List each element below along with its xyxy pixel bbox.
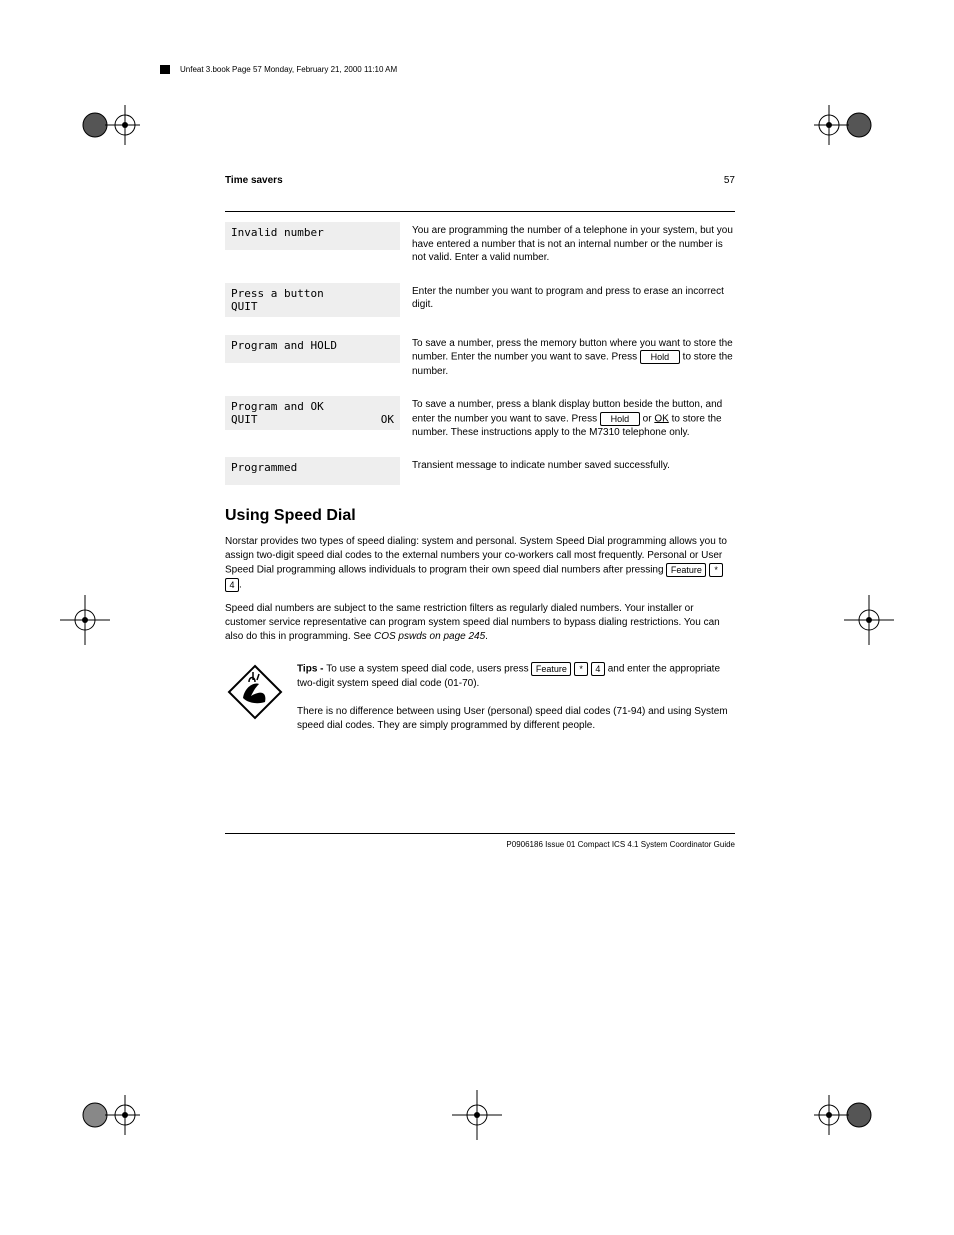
lcd-softkey-quit: QUIT [231, 300, 258, 313]
desc-program-ok: To save a number, press a blank display … [412, 396, 735, 439]
footer-rule [225, 833, 735, 834]
display-row-program-hold: Program and HOLD To save a number, press… [225, 335, 735, 378]
tip-label: Tips - [297, 664, 326, 675]
cos-link: COS pswds on page 245 [374, 631, 485, 642]
lcd-programmed: Programmed [225, 457, 400, 485]
feature-key: Feature [666, 563, 706, 577]
page-content: Time savers 57 Invalid number You are pr… [225, 175, 735, 849]
reg-mark-top-right [814, 95, 874, 155]
page-header: Time savers 57 [225, 175, 735, 186]
lcd-invalid-number: Invalid number [225, 222, 400, 250]
lcd-program-ok: Program and OK QUIT OK [225, 396, 400, 430]
four-key: 4 [225, 578, 239, 592]
file-bar-text: Unfeat 3.book Page 57 Monday, February 2… [180, 65, 397, 74]
tip-text: Tips - To use a system speed dial code, … [297, 662, 735, 733]
tip-icon [225, 662, 285, 725]
four-key: 4 [591, 662, 605, 676]
reg-mark-mid-left [55, 590, 115, 650]
display-row-programmed: Programmed Transient message to indicate… [225, 457, 735, 485]
reg-mark-bottom-center [447, 1085, 507, 1145]
lcd-softkey-ok: OK [381, 413, 394, 426]
lcd-line: Press a button [231, 287, 394, 300]
display-row-invalid: Invalid number You are programming the n… [225, 222, 735, 265]
header-rule [225, 211, 735, 212]
footer-text: P0906186 Issue 01 Compact ICS 4.1 System… [225, 840, 735, 849]
reg-mark-top-left [80, 95, 140, 155]
lcd-softkey-quit: QUIT [231, 413, 258, 426]
desc-press-button: Enter the number you want to program and… [412, 283, 735, 312]
lcd-line: Program and OK [231, 400, 394, 413]
desc-program-hold: To save a number, press the memory butto… [412, 335, 735, 378]
feature-key: Feature [531, 662, 571, 676]
lcd-line: Program and HOLD [231, 339, 394, 352]
lcd-line: Programmed [231, 461, 394, 474]
hold-key: Hold [640, 350, 680, 364]
reg-mark-mid-right [839, 590, 899, 650]
display-row-press-button: Press a button QUIT Enter the number you… [225, 283, 735, 317]
ok-softkey-label: OK [654, 413, 668, 424]
desc-programmed: Transient message to indicate number sav… [412, 457, 735, 473]
section-title: Time savers [225, 175, 283, 186]
speed-dial-p1: Norstar provides two types of speed dial… [225, 535, 735, 592]
display-row-program-ok: Program and OK QUIT OK To save a number,… [225, 396, 735, 439]
tip-block: Tips - To use a system speed dial code, … [225, 662, 735, 733]
hold-key: Hold [600, 412, 640, 426]
lcd-press-button: Press a button QUIT [225, 283, 400, 317]
speed-dial-p2: Speed dial numbers are subject to the sa… [225, 602, 735, 644]
star-key: * [709, 563, 723, 577]
star-key: * [574, 662, 588, 676]
reg-mark-bottom-left [80, 1085, 140, 1145]
file-bar: Unfeat 3.book Page 57 Monday, February 2… [160, 65, 397, 74]
speed-dial-heading: Using Speed Dial [225, 507, 735, 525]
desc-invalid-number: You are programming the number of a tele… [412, 222, 735, 265]
lcd-line: Invalid number [231, 226, 394, 239]
reg-mark-bottom-right [814, 1085, 874, 1145]
lcd-program-hold: Program and HOLD [225, 335, 400, 363]
page-number: 57 [724, 175, 735, 186]
